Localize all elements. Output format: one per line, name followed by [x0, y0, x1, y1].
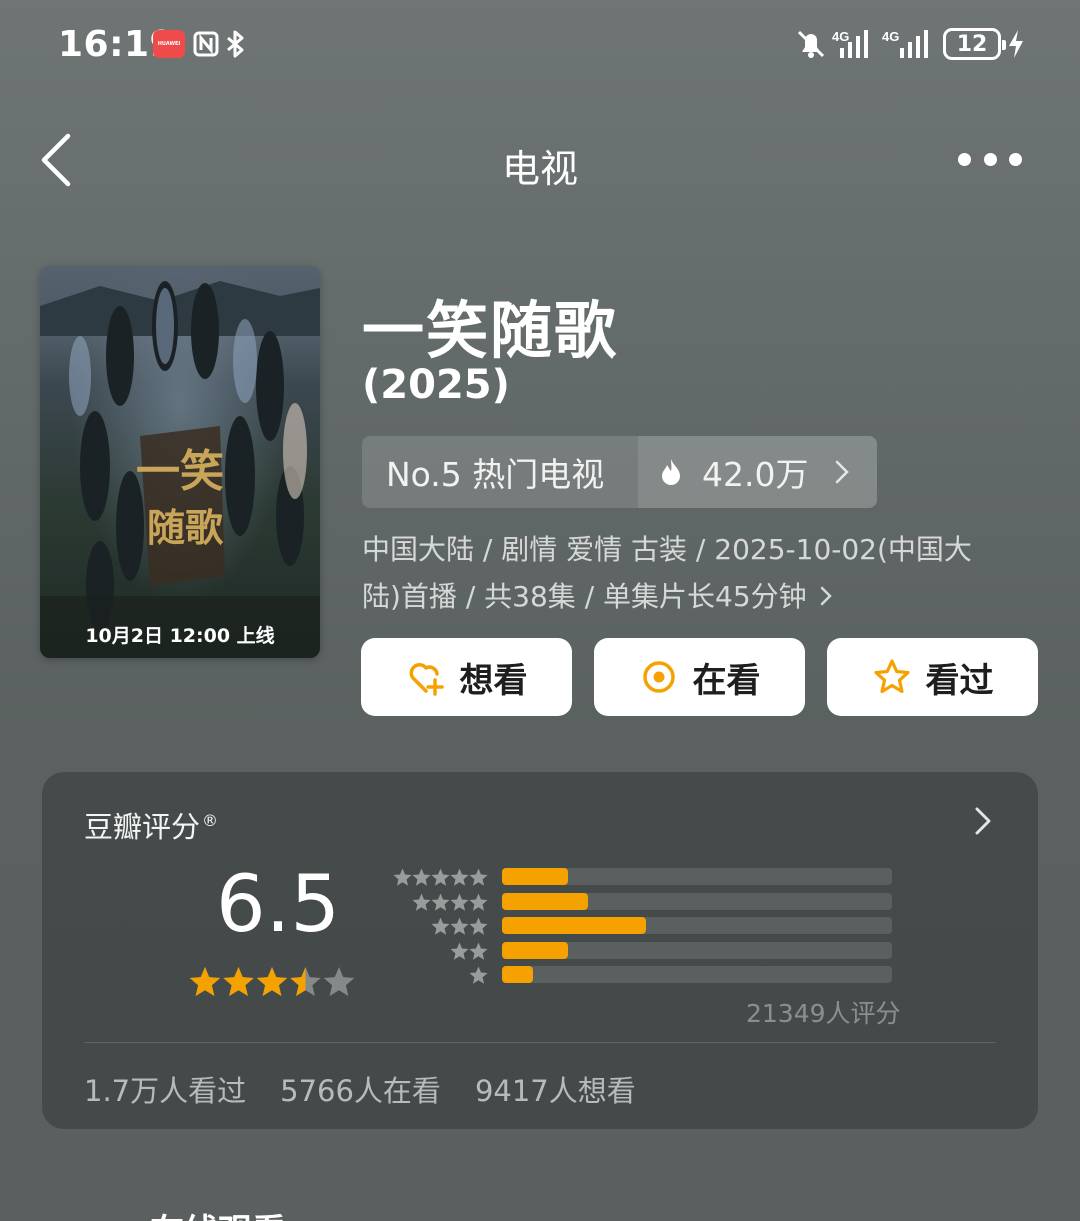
star-row-icon	[450, 942, 488, 960]
watch-stats: 1.7万人看过 5766人在看 9417人想看	[84, 1068, 636, 1110]
stat-watched: 1.7万人看过	[84, 1074, 247, 1108]
show-year: (2025)	[362, 362, 510, 408]
distribution-track	[502, 917, 892, 934]
battery-icon: 12	[943, 28, 1006, 60]
status-bar: 16:19 HUAWEI 4G 4G 12	[0, 0, 1080, 90]
distribution-track	[502, 868, 892, 885]
nfc-icon	[193, 31, 219, 57]
star-empty-icon	[323, 967, 355, 996]
distribution-bar	[502, 966, 534, 983]
heat-section: 42.0万	[638, 436, 877, 508]
more-button[interactable]	[958, 146, 1022, 172]
page-title: 电视	[501, 147, 578, 191]
meta-line-1[interactable]: 中国大陆 / 剧情 爱情 古装 / 2025-10-02(中国大	[362, 526, 1022, 573]
signal-4g-icon: 4G	[832, 29, 868, 58]
want-button[interactable]: 想看	[361, 638, 572, 716]
star-filled-icon	[256, 967, 288, 996]
heart-plus-icon	[409, 663, 444, 696]
target-icon	[642, 661, 675, 693]
want-label: 想看	[459, 660, 528, 701]
star-row-icon	[431, 917, 488, 935]
charging-icon	[1009, 30, 1023, 58]
meta-line-2[interactable]: 陆)首播 / 共38集 / 单集片长45分钟	[362, 573, 1022, 620]
poster-date: 10月2日 12:00 上线	[85, 625, 275, 647]
huawei-app-icon: HUAWEI	[153, 30, 185, 58]
meta-line-2-text: 陆)首播 / 共38集 / 单集片长45分钟	[362, 580, 807, 613]
poster-image[interactable]: 一笑 随歌 10月2日 12:00 上线	[40, 266, 320, 658]
star-row-icon	[393, 868, 488, 886]
distribution-track	[502, 941, 892, 959]
rank-chip[interactable]: No.5 热门电视 42.0万	[362, 436, 877, 508]
star-filled-icon	[189, 967, 221, 996]
rating-distribution	[390, 866, 900, 989]
watching-button[interactable]: 在看	[594, 638, 805, 716]
mute-icon	[797, 30, 825, 58]
star-filled-icon	[223, 967, 254, 996]
distribution-row	[390, 891, 900, 916]
distribution-track	[502, 966, 892, 983]
rank-label: No.5 热门电视	[386, 455, 605, 494]
distribution-bar	[502, 868, 569, 885]
star-row-icon	[412, 893, 488, 911]
rating-heading: 豆瓣评分 ®	[84, 810, 219, 844]
watched-button[interactable]: 看过	[827, 638, 1038, 716]
bluetooth-icon	[227, 30, 244, 58]
distribution-bar	[502, 917, 647, 934]
svg-text:4G: 4G	[882, 29, 899, 44]
rating-count: 21349人评分	[746, 999, 901, 1028]
distribution-row	[390, 964, 900, 989]
rating-score: 6.5	[216, 860, 341, 950]
divider	[84, 1042, 996, 1043]
rating-card[interactable]: 豆瓣评分 ® 6.5 21349人评分 1.7万人看过 5766人在看 9417人…	[42, 772, 1038, 1129]
distribution-bar	[502, 892, 588, 910]
star-outline-icon	[873, 659, 910, 694]
heat-value: 42.0万	[702, 455, 809, 494]
fire-icon	[662, 459, 680, 485]
chevron-right-icon[interactable]	[974, 806, 992, 836]
stat-want: 9417人想看	[474, 1074, 636, 1108]
svg-text:随歌: 随歌	[147, 505, 224, 550]
section-heading: 在线观看	[150, 1204, 286, 1221]
rating-stars	[189, 967, 355, 996]
watched-label: 看过	[925, 660, 994, 701]
distribution-row	[390, 915, 900, 940]
star-row-icon	[469, 966, 488, 984]
distribution-bar	[502, 941, 569, 959]
distribution-row	[390, 940, 900, 965]
poster-art: 一笑 随歌	[40, 266, 320, 658]
watching-label: 在看	[692, 660, 761, 701]
stat-watching: 5766人在看	[280, 1074, 441, 1108]
show-title: 一笑随歌	[362, 294, 619, 367]
svg-text:一笑: 一笑	[136, 446, 224, 497]
svg-text:4G: 4G	[832, 29, 849, 44]
chevron-right-icon	[836, 460, 850, 484]
distribution-row	[390, 866, 900, 891]
distribution-track	[502, 892, 892, 910]
signal-4g-icon: 4G	[882, 29, 928, 58]
chevron-right-icon	[820, 586, 832, 606]
